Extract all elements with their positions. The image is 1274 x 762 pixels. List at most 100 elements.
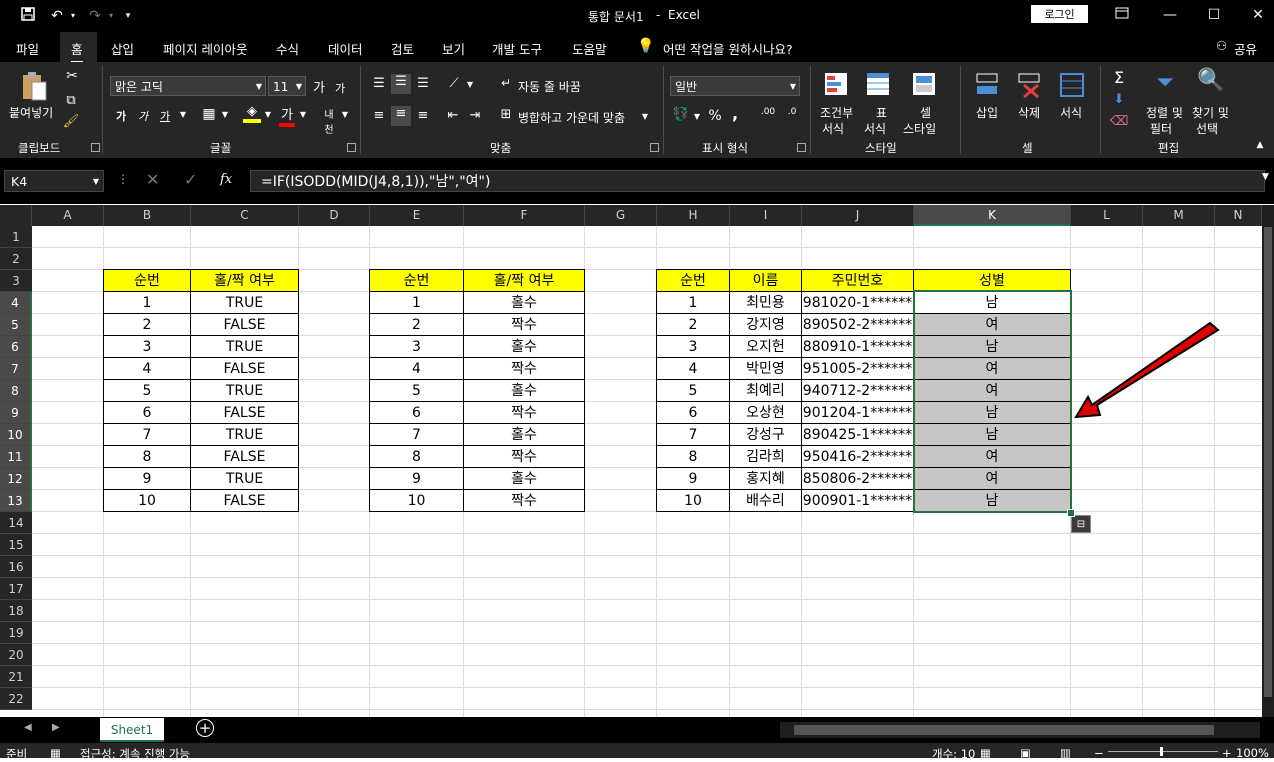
fill-color-icon[interactable]: ◈ [243,104,261,123]
conditional-format-label-2[interactable]: 서식 [822,120,844,137]
format-table-icon[interactable] [864,70,894,100]
minimize-icon[interactable]: — [1155,4,1185,26]
formula-input[interactable]: =IF(ISODD(MID(J4,8,1)),"남","여") [250,170,1265,192]
decrease-indent-icon[interactable]: ⇤ [445,108,461,123]
conditional-format-label[interactable]: 조건부 [820,104,853,121]
add-sheet-icon[interactable]: + [196,719,214,737]
insert-function-icon[interactable]: fx [220,172,232,187]
maximize-icon[interactable]: ☐ [1199,4,1229,26]
worksheet-grid[interactable]: ABCDEFGHIJKLMN 1 2 3 4 5 6 7 8 9 10 11 12 13 14 15 16 17… [0,205,1262,717]
prev-sheet-icon[interactable]: ◀ [24,722,32,733]
format-table-label-2[interactable]: 서식 [864,120,886,137]
format-cells-icon[interactable] [1058,70,1086,100]
chevron-down-icon[interactable]: ▼ [640,112,650,121]
horizontal-scrollbar[interactable] [780,722,1260,738]
chevron-down-icon[interactable]: ▼ [298,110,308,119]
wrap-text-icon[interactable]: ↵ [498,76,514,90]
ribbon-display-icon[interactable] [1107,4,1137,26]
copy-icon[interactable]: ⧉ [62,93,80,108]
tab-insert[interactable]: 삽입 [111,39,134,58]
collapse-ribbon-icon[interactable]: ▲ [1254,140,1266,150]
tab-developer[interactable]: 개발 도구 [492,39,542,58]
zoom-slider[interactable] [1108,751,1218,752]
insert-cells-icon[interactable] [974,70,1002,100]
currency-icon[interactable]: 💱 [672,107,690,122]
hscroll-thumb[interactable] [794,725,1214,735]
sheet-tab-sheet1[interactable]: Sheet1 [100,718,164,742]
expand-formula-icon[interactable]: ▼ [1262,172,1269,182]
undo-dropdown-icon[interactable]: ▾ [62,6,84,26]
align-right-icon[interactable]: ≡ [415,108,431,123]
fill-icon[interactable]: ⬇ [1110,92,1128,107]
chevron-down-icon[interactable]: ▼ [178,110,188,119]
align-center-icon[interactable]: ≡ [391,106,411,126]
increase-font-icon[interactable]: 가 [311,77,327,96]
close-icon[interactable]: ✕ [1243,4,1273,26]
font-color-icon[interactable]: 가 [279,104,295,127]
chevron-down-icon[interactable]: ▼ [465,80,475,89]
name-box[interactable]: K4 ▼ [4,170,104,192]
increase-decimal-icon[interactable]: .00 [758,107,778,117]
comma-button[interactable]: , [730,104,740,123]
find-select-label-2[interactable]: 선택 [1196,120,1218,137]
tell-me-search[interactable]: 어떤 작업을 원하시나요? [663,39,793,58]
format-cells-button[interactable]: 서식 [1060,104,1082,121]
accessibility-status[interactable]: 접근성: 계속 진행 가능 [80,746,190,762]
delete-cells-button[interactable]: 삭제 [1018,104,1040,121]
underline-icon[interactable]: 가 [157,108,173,124]
login-button[interactable]: 로그인 [1031,5,1088,23]
conditional-format-icon[interactable] [822,70,852,100]
tab-home[interactable]: 홈 [71,39,83,63]
share-icon[interactable]: ⚇ [1216,38,1227,53]
percent-button[interactable]: % [707,108,723,124]
scroll-thumb[interactable] [1264,227,1272,697]
share-button[interactable]: 공유 [1234,39,1257,58]
font-name-select[interactable]: 맑은 고딕 ▼ [110,76,266,96]
font-size-select[interactable]: 11 ▼ [268,76,306,96]
phonetic-icon[interactable]: 내천 [320,106,338,136]
tab-review[interactable]: 검토 [391,39,414,58]
align-bottom-icon[interactable]: ☰ [415,76,431,91]
cell-styles-label-2[interactable]: 스타일 [903,120,936,137]
decrease-font-icon[interactable]: 가 [333,80,347,96]
increase-indent-icon[interactable]: ⇥ [467,108,483,123]
font-launcher-icon[interactable] [347,143,356,152]
italic-icon[interactable]: 가 [135,108,151,124]
zoom-slider-thumb[interactable] [1160,747,1163,756]
bold-icon[interactable]: 가 [113,108,129,124]
merge-center-icon[interactable]: ⊞ [498,107,514,122]
align-middle-icon[interactable]: ☰ [391,74,411,94]
insert-cells-button[interactable]: 삽입 [976,104,998,121]
orientation-icon[interactable]: ⟋ [445,76,463,91]
number-format-select[interactable]: 일반 ▼ [670,76,800,96]
alignment-launcher-icon[interactable] [650,143,659,152]
vertical-scrollbar[interactable] [1262,205,1274,717]
quick-analysis-icon[interactable]: ⊟ [1071,515,1091,533]
tab-formulas[interactable]: 수식 [276,39,299,58]
customize-qat-icon[interactable]: ▾ [117,6,139,26]
chevron-down-icon[interactable]: ▼ [340,110,350,119]
sort-filter-icon[interactable]: ⏷ [1150,70,1180,95]
save-icon[interactable] [17,6,39,26]
format-painter-icon[interactable]: 🖌 [62,114,80,129]
find-select-icon[interactable]: 🔍 [1196,68,1226,93]
decrease-decimal-icon[interactable]: .0 [782,107,802,117]
number-launcher-icon[interactable] [797,143,806,152]
sort-filter-label[interactable]: 정렬 및 [1146,104,1183,121]
format-table-label[interactable]: 표 [876,104,887,121]
chevron-down-icon[interactable]: ▼ [692,112,702,121]
tab-view[interactable]: 보기 [442,39,465,58]
cut-icon[interactable]: ✂ [63,68,81,84]
chevron-down-icon[interactable]: ▼ [220,110,230,119]
tab-help[interactable]: 도움말 [572,39,607,58]
tab-page-layout[interactable]: 페이지 레이아웃 [163,39,247,58]
merge-center-button[interactable]: 병합하고 가운데 맞춤 [518,109,625,126]
borders-icon[interactable]: ▦ [200,106,218,122]
cancel-icon[interactable]: ✕ [146,170,159,189]
paste-icon[interactable] [18,70,50,102]
clear-icon[interactable]: ⌫ [1110,114,1128,129]
clipboard-launcher-icon[interactable] [91,143,100,152]
enter-icon[interactable]: ✓ [184,170,197,189]
align-top-icon[interactable]: ☰ [371,76,387,91]
tab-file[interactable]: 파일 [16,39,39,58]
